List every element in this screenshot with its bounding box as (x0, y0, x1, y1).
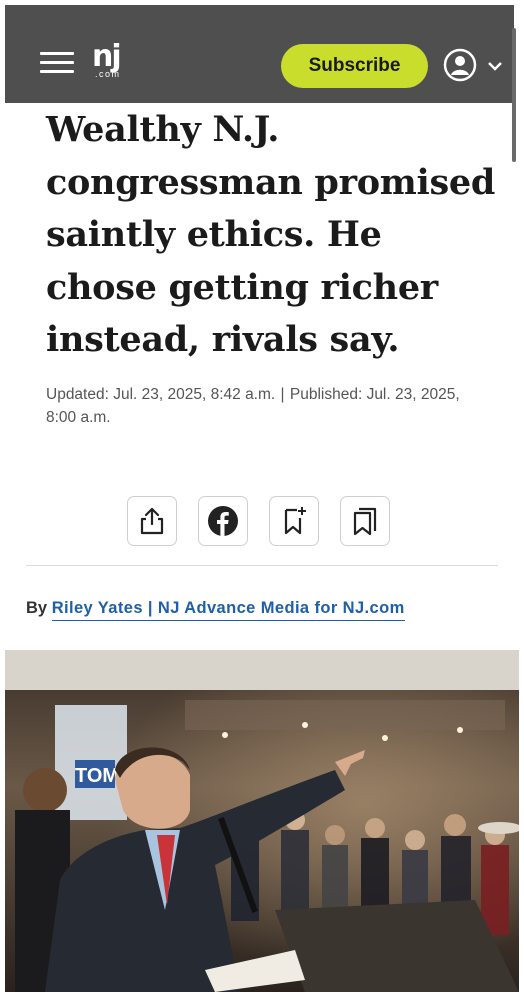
bookmark-add-button[interactable] (269, 496, 319, 546)
logo-text: nj (92, 39, 122, 74)
nj-logo[interactable]: nj .com (92, 39, 122, 80)
menu-icon[interactable] (40, 52, 74, 76)
scrollbar[interactable] (512, 28, 516, 162)
section-divider (26, 565, 498, 566)
sign-text: TOM (75, 765, 119, 787)
top-navigation-bar: nj .com Subscribe (5, 5, 514, 103)
bookmark-add-icon (284, 507, 306, 535)
logo-subtext: .com (95, 69, 121, 79)
chevron-down-icon (488, 62, 502, 71)
article-dateline: Updated: Jul. 23, 2025, 8:42 a.m. | Publ… (46, 383, 466, 429)
facebook-icon (208, 506, 238, 536)
user-account-icon (443, 48, 502, 82)
congressman-photo-illustration: TOM (5, 650, 519, 992)
author-link[interactable]: Riley Yates | NJ Advance Media for NJ.co… (51, 599, 405, 621)
share-button[interactable] (127, 496, 177, 546)
account-menu[interactable] (443, 48, 509, 84)
date-separator: | (280, 386, 285, 403)
share-toolbar (127, 496, 390, 546)
share-icon (140, 507, 164, 535)
updated-date: Updated: Jul. 23, 2025, 8:42 a.m. (46, 386, 276, 403)
byline: By Riley Yates | NJ Advance Media for NJ… (26, 599, 405, 621)
subscribe-button[interactable]: Subscribe (281, 44, 428, 88)
article-photo[interactable]: TOM (5, 650, 519, 992)
byline-prefix: By (26, 599, 48, 617)
facebook-share-button[interactable] (198, 496, 248, 546)
saved-bookmarks-icon (353, 507, 377, 536)
article-headline: Wealthy N.J. congressman promised saintl… (46, 109, 496, 360)
saved-bookmarks-button[interactable] (340, 496, 390, 546)
